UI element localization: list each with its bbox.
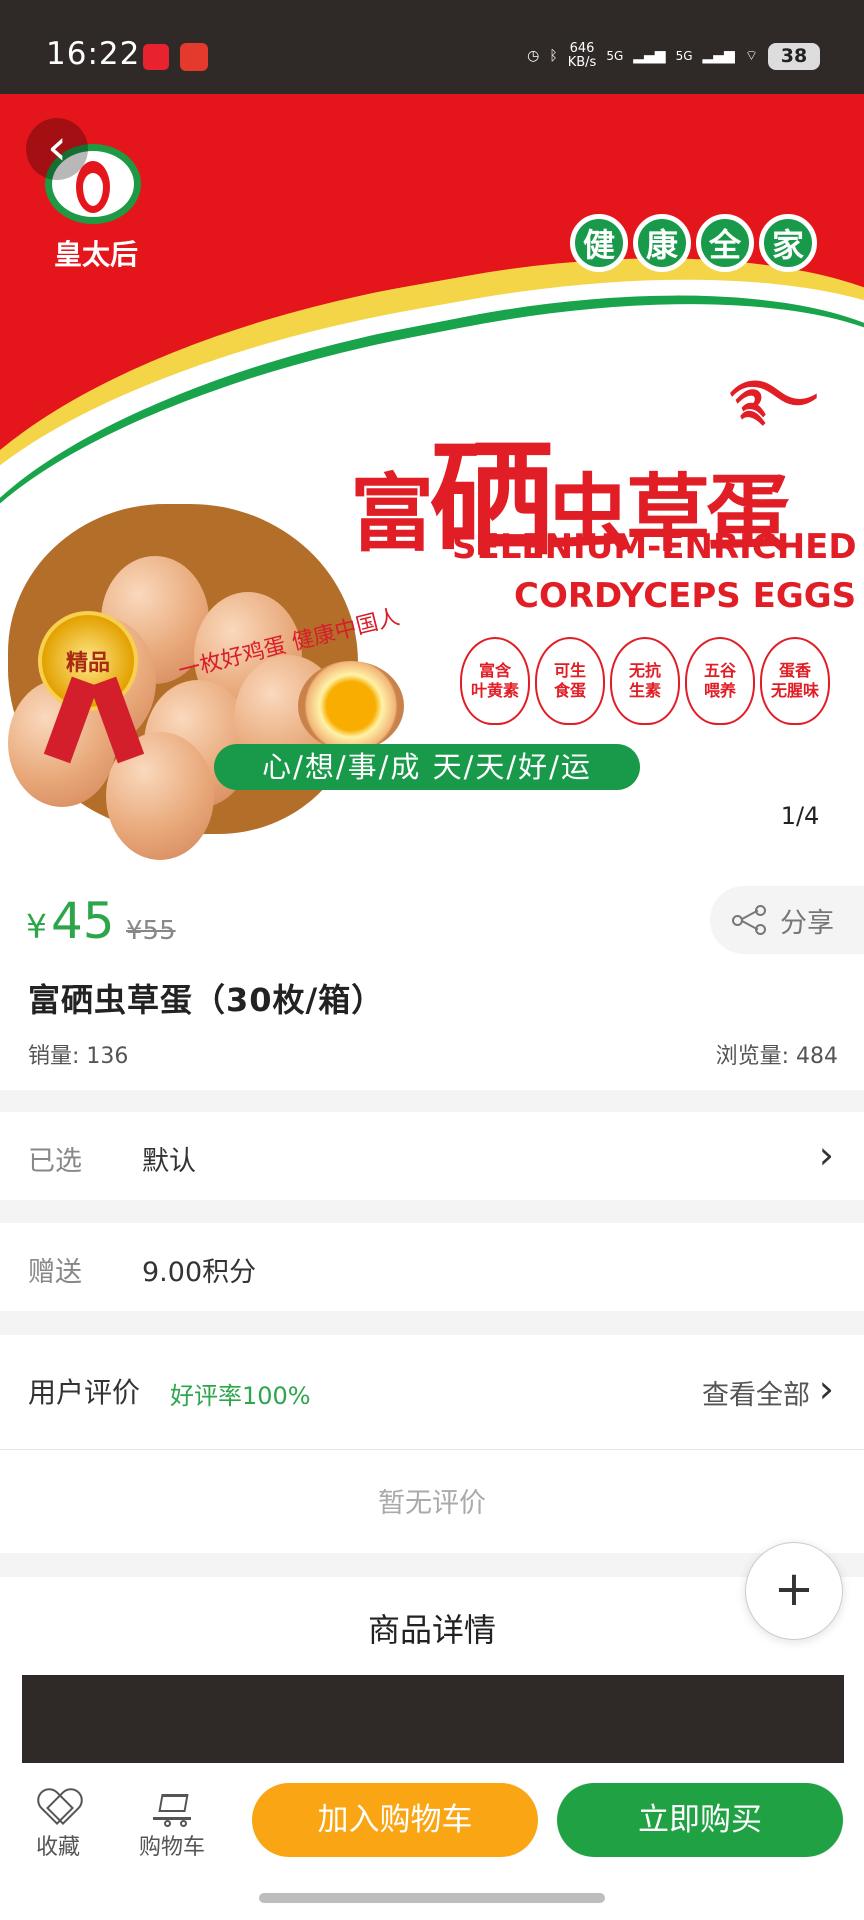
buy-now-button[interactable]: 立即购买 [557,1783,843,1857]
favorite-button[interactable]: 收藏 [8,1781,108,1861]
notification-app-icon [143,44,169,70]
original-price: ¥55 [126,916,176,946]
divider [0,1449,864,1450]
signal-5g-1: 5G [606,49,624,63]
bluetooth-icon: ᛒ [549,48,558,64]
cart-button[interactable]: 购物车 [122,1781,222,1861]
gift-points-row: 赠送 9.00积分 [0,1223,864,1311]
signal-5g-2: 5G [675,49,693,63]
feature-badge: 蛋香 无腥味 [760,637,830,725]
feature-badge: 五谷 喂养 [685,637,755,725]
positive-review-rate: 好评率100% [170,1382,311,1410]
feature-badge: 可生 食蛋 [535,637,605,725]
heart-icon [41,1790,75,1820]
chevron-left-icon: ‹ [47,118,67,176]
reviews-title: 用户评价 [28,1376,141,1409]
chevron-right-icon[interactable]: › [819,1369,834,1409]
notification-app-icon [180,43,208,71]
selected-label: 已选 [28,1146,82,1177]
reviews-section: 用户评价 好评率100% 查看全部 › 暂无评价 [0,1335,864,1553]
health-badges: 健 康 全 家 [570,214,817,272]
back-button[interactable]: ‹ [26,118,88,180]
feature-badge: 无抗 生素 [610,637,680,725]
share-label: 分享 [780,907,834,939]
gift-label: 赠送 [28,1257,82,1288]
alarm-icon: ◷ [527,48,540,64]
status-indicators: ◷ ᛒ 646 KB/s 5G ▂▄▆ 5G ▂▄▆ ⌔ 38 [527,36,820,76]
egg-yolk-image [298,661,404,751]
signal-icon: ▂▄▆ [702,48,735,64]
current-price: ¥45 [26,892,115,950]
feature-badge: 富含 叶黄素 [460,637,530,725]
favorite-label: 收藏 [35,1835,80,1860]
network-speed: 646 KB/s [567,41,597,70]
status-time: 16:22 [46,36,141,72]
plus-icon: + [773,1561,815,1617]
floating-add-button[interactable]: + [745,1542,843,1640]
selected-value: 默认 [142,1146,196,1177]
chevron-right-icon: › [818,1133,834,1177]
gallery-page-counter: 1/4 [762,797,838,835]
battery: 38 [768,42,820,70]
health-badge: 康 [633,214,691,272]
selected-spec-row[interactable]: 已选 默认 › [0,1112,864,1200]
brand-logo-text: 皇太后 [53,238,138,271]
home-indicator[interactable] [259,1893,605,1903]
signal-icon: ▂▄▆ [633,48,666,64]
cart-label: 购物车 [138,1835,205,1860]
sales-count: 销量: 136 [28,1044,129,1069]
product-summary-card: ¥45 ¥55 分享 富硒虫草蛋（30枚/箱） 销量: 136 浏览量: 484 [0,862,864,1090]
share-icon [732,905,766,935]
share-button[interactable]: 分享 [710,886,864,954]
product-title: 富硒虫草蛋（30枚/箱） [28,981,385,1019]
health-badge: 健 [570,214,628,272]
product-image-gallery[interactable]: 皇太后 ‹ 健 康 全 家 ࿐ 富硒虫草蛋 SELENIUM-ENRICHED … [0,94,864,862]
shopping-cart-icon [153,1790,191,1827]
english-headline-1: SELENIUM-ENRICHED [452,527,857,567]
no-reviews-message: 暂无评价 [378,1488,486,1519]
gift-value: 9.00积分 [142,1257,257,1288]
details-title: 商品详情 [367,1611,496,1649]
status-bar: 16:22 ◷ ᛒ 646 KB/s 5G ▂▄▆ 5G ▂▄▆ ⌔ 38 [0,0,864,94]
english-headline-2: CORDYCEPS EGGS [514,576,857,616]
see-all-reviews-link[interactable]: 查看全部 [702,1373,810,1412]
add-to-cart-button[interactable]: 加入购物车 [252,1783,538,1857]
view-count: 浏览量: 484 [715,1044,838,1069]
banner-slogan: 心/想/事/成 天/天/好/运 [214,744,640,790]
health-badge: 全 [696,214,754,272]
health-badge: 家 [759,214,817,272]
details-image [22,1675,844,1767]
wifi-icon: ⌔ [744,48,758,64]
